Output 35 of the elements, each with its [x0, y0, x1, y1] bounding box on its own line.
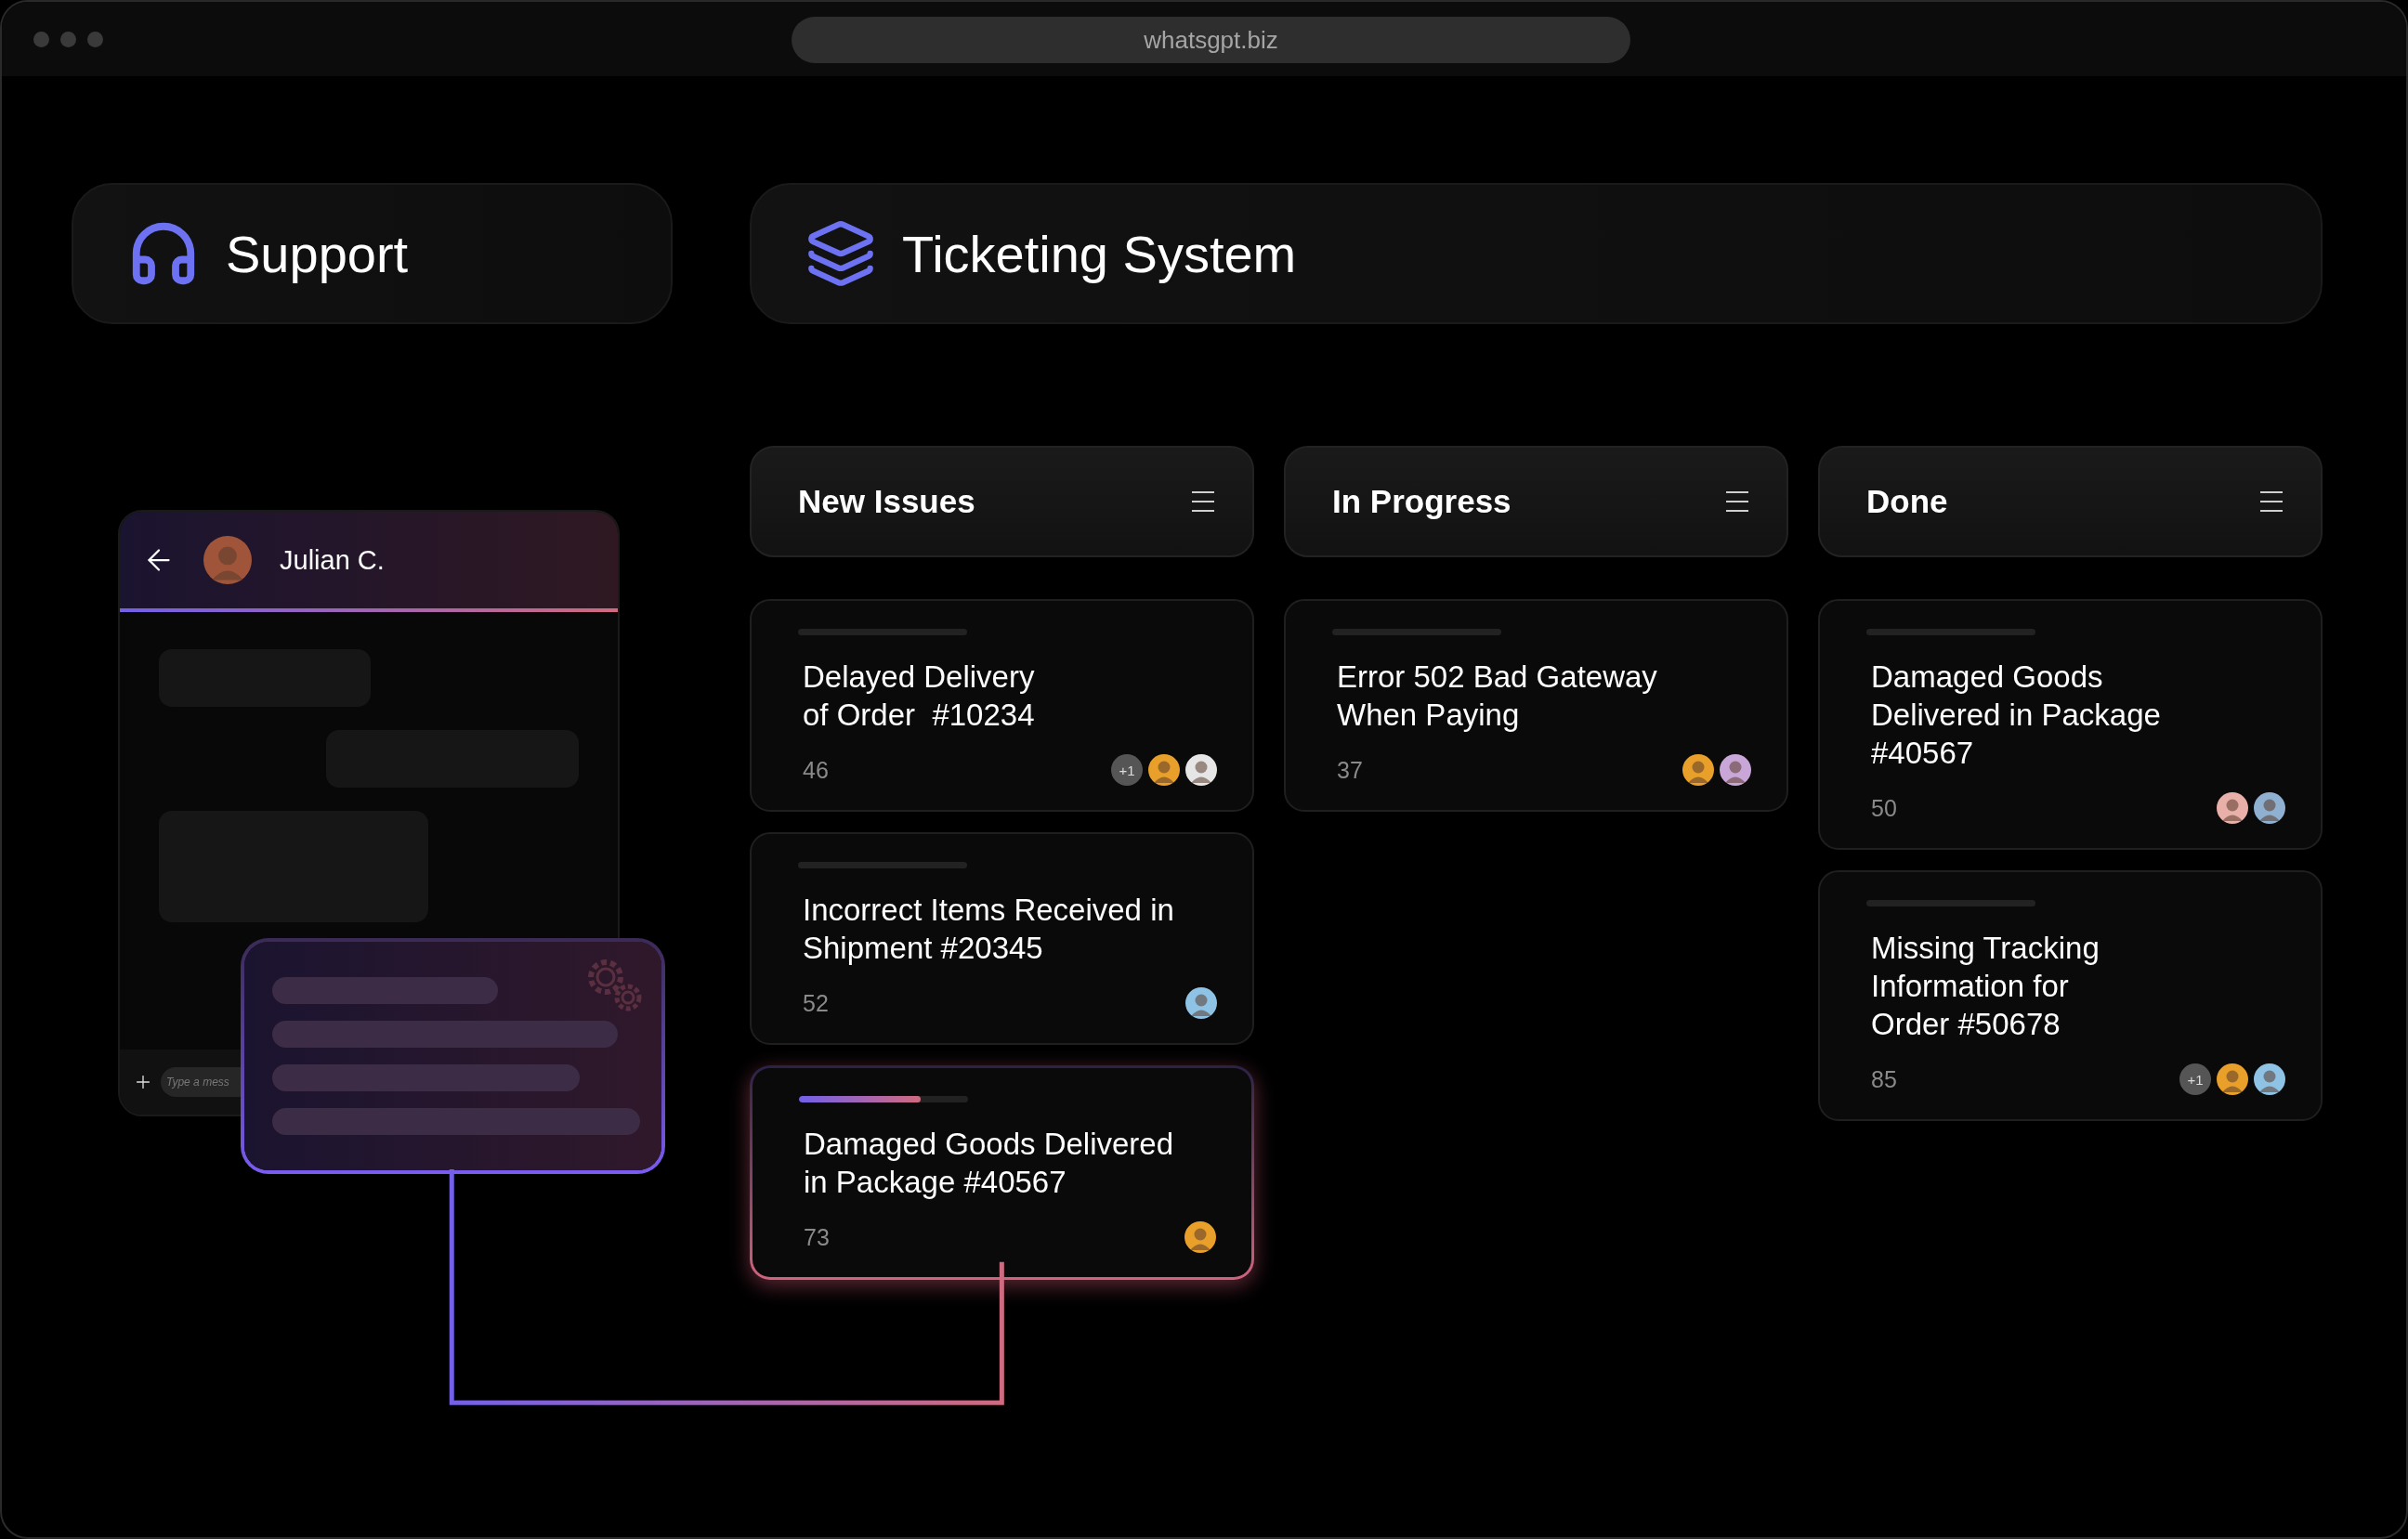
layers-icon [805, 218, 876, 289]
more-count: +1 [1111, 754, 1143, 786]
ticket-title: Incorrect Items Received in Shipment #20345 [803, 892, 1175, 967]
ticket-card[interactable]: Error 502 Bad Gateway When Paying 37 [1284, 599, 1788, 812]
ticket-number: 73 [804, 1223, 830, 1251]
ticket-title: Delayed Delivery of Order #10234 [803, 659, 1036, 734]
section-title: Ticketing System [902, 223, 1297, 284]
ticket-number: 52 [803, 989, 829, 1017]
ticket-number: 50 [1871, 794, 1897, 822]
column-title: New Issues [798, 483, 975, 520]
menu-icon[interactable] [1725, 489, 1749, 514]
message-field[interactable]: Type a mess [161, 1067, 241, 1097]
ticket-card[interactable]: Delayed Delivery of Order #10234 46 +1 [750, 599, 1254, 812]
ticket-card[interactable]: Damaged Goods Delivered in Package #40567 50 [1818, 599, 2323, 850]
menu-icon[interactable] [2259, 489, 2284, 514]
ticket-card[interactable]: Missing Tracking Information for Order #50678 85 +1 [1818, 870, 2323, 1121]
menu-icon[interactable] [1191, 489, 1215, 514]
contact-name: Julian C. [280, 544, 385, 576]
more-count: +1 [2179, 1063, 2211, 1095]
column-title: In Progress [1332, 483, 1512, 520]
ticket-number: 37 [1337, 756, 1363, 784]
ticket-card[interactable]: Incorrect Items Received in Shipment #20345 52 [750, 832, 1254, 1045]
window-dot[interactable] [33, 31, 49, 47]
ticket-title: Damaged Goods Delivered in Package #40567 [804, 1126, 1175, 1201]
window-dot[interactable] [60, 31, 76, 47]
ticket-title: Damaged Goods Delivered in Package #40567 [1871, 659, 2162, 772]
window-dot[interactable] [87, 31, 103, 47]
ticket-title: Error 502 Bad Gateway When Paying [1337, 659, 1658, 734]
ticket-card[interactable]: Damaged Goods Delivered in Package #40567 73 [750, 1065, 1254, 1280]
address-bar[interactable]: whatsgpt.biz [792, 17, 1630, 63]
ticket-number: 85 [1871, 1065, 1897, 1093]
section-title: Support [226, 223, 409, 284]
ticket-number: 46 [803, 756, 829, 784]
column-title: Done [1866, 483, 1948, 520]
ticket-title: Missing Tracking Information for Order #50678 [1871, 930, 2100, 1043]
